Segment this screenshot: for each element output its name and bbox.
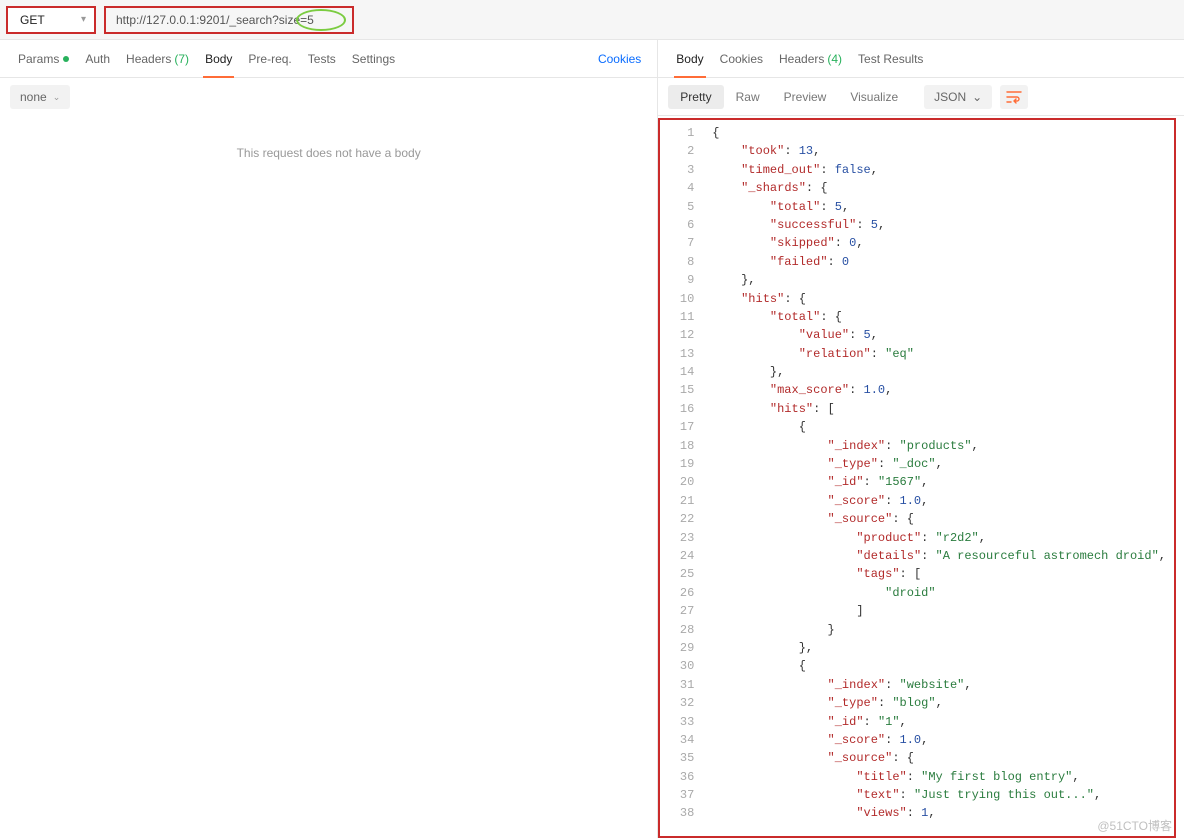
tab-params-label: Params	[18, 52, 59, 66]
request-top-bar: GET ▾ http://127.0.0.1:9201/_search?size…	[0, 0, 1184, 40]
tab-headers-count: (7)	[174, 52, 189, 66]
resp-tab-body-label: Body	[676, 52, 703, 66]
tab-tests-label: Tests	[308, 52, 336, 66]
http-method-label: GET	[20, 13, 45, 27]
tab-body[interactable]: Body	[197, 40, 240, 77]
tab-headers-label: Headers	[126, 52, 171, 66]
response-pane: Body Cookies Headers(4) Test Results Pre…	[658, 40, 1184, 838]
empty-body-message: This request does not have a body	[0, 146, 657, 160]
chevron-down-icon: ▾	[81, 14, 86, 25]
resp-tab-test-results-label: Test Results	[858, 52, 923, 66]
url-text: http://127.0.0.1:9201/_search?size=5	[116, 13, 314, 27]
body-toolbar: none ⌄	[0, 78, 657, 116]
wrap-lines-icon	[1006, 90, 1022, 104]
wrap-lines-button[interactable]	[1000, 85, 1028, 109]
format-label: JSON	[934, 90, 966, 104]
chevron-down-icon: ⌄	[972, 90, 982, 104]
body-type-select[interactable]: none ⌄	[10, 85, 70, 109]
tab-headers[interactable]: Headers(7)	[118, 40, 197, 77]
tab-prereq[interactable]: Pre-req.	[240, 40, 299, 77]
tab-auth[interactable]: Auth	[77, 40, 118, 77]
tab-prereq-label: Pre-req.	[248, 52, 291, 66]
resp-tab-test-results[interactable]: Test Results	[850, 40, 931, 77]
resp-tab-cookies[interactable]: Cookies	[712, 40, 771, 77]
resp-tab-body[interactable]: Body	[668, 40, 711, 77]
body-type-label: none	[20, 90, 47, 104]
view-preview[interactable]: Preview	[772, 85, 839, 109]
view-visualize[interactable]: Visualize	[838, 85, 910, 109]
tab-tests[interactable]: Tests	[300, 40, 344, 77]
response-body[interactable]: 1234567891011121314151617181920212223242…	[658, 118, 1176, 838]
chevron-down-icon: ⌄	[53, 92, 61, 103]
http-method-select[interactable]: GET ▾	[6, 6, 96, 34]
tab-settings-label: Settings	[352, 52, 395, 66]
tab-body-label: Body	[205, 52, 232, 66]
view-raw[interactable]: Raw	[724, 85, 772, 109]
format-select[interactable]: JSON ⌄	[924, 85, 992, 109]
request-tabs: Params Auth Headers(7) Body Pre-req. Tes…	[0, 40, 657, 78]
resp-tab-cookies-label: Cookies	[720, 52, 763, 66]
resp-tab-headers-label: Headers	[779, 52, 824, 66]
url-input[interactable]: http://127.0.0.1:9201/_search?size=5	[104, 6, 354, 34]
resp-tab-headers-count: (4)	[827, 52, 842, 66]
resp-tab-headers[interactable]: Headers(4)	[771, 40, 850, 77]
request-pane: Params Auth Headers(7) Body Pre-req. Tes…	[0, 40, 658, 838]
line-gutter: 1234567891011121314151617181920212223242…	[660, 120, 704, 827]
tab-auth-label: Auth	[85, 52, 110, 66]
code-content: { "took": 13, "timed_out": false, "_shar…	[704, 120, 1174, 827]
view-pretty[interactable]: Pretty	[668, 85, 723, 109]
cookies-link[interactable]: Cookies	[598, 52, 647, 66]
response-toolbar: Pretty Raw Preview Visualize JSON ⌄	[658, 78, 1184, 116]
status-dot-icon	[63, 56, 69, 62]
tab-settings[interactable]: Settings	[344, 40, 403, 77]
tab-params[interactable]: Params	[10, 40, 77, 77]
response-tabs: Body Cookies Headers(4) Test Results	[658, 40, 1184, 78]
